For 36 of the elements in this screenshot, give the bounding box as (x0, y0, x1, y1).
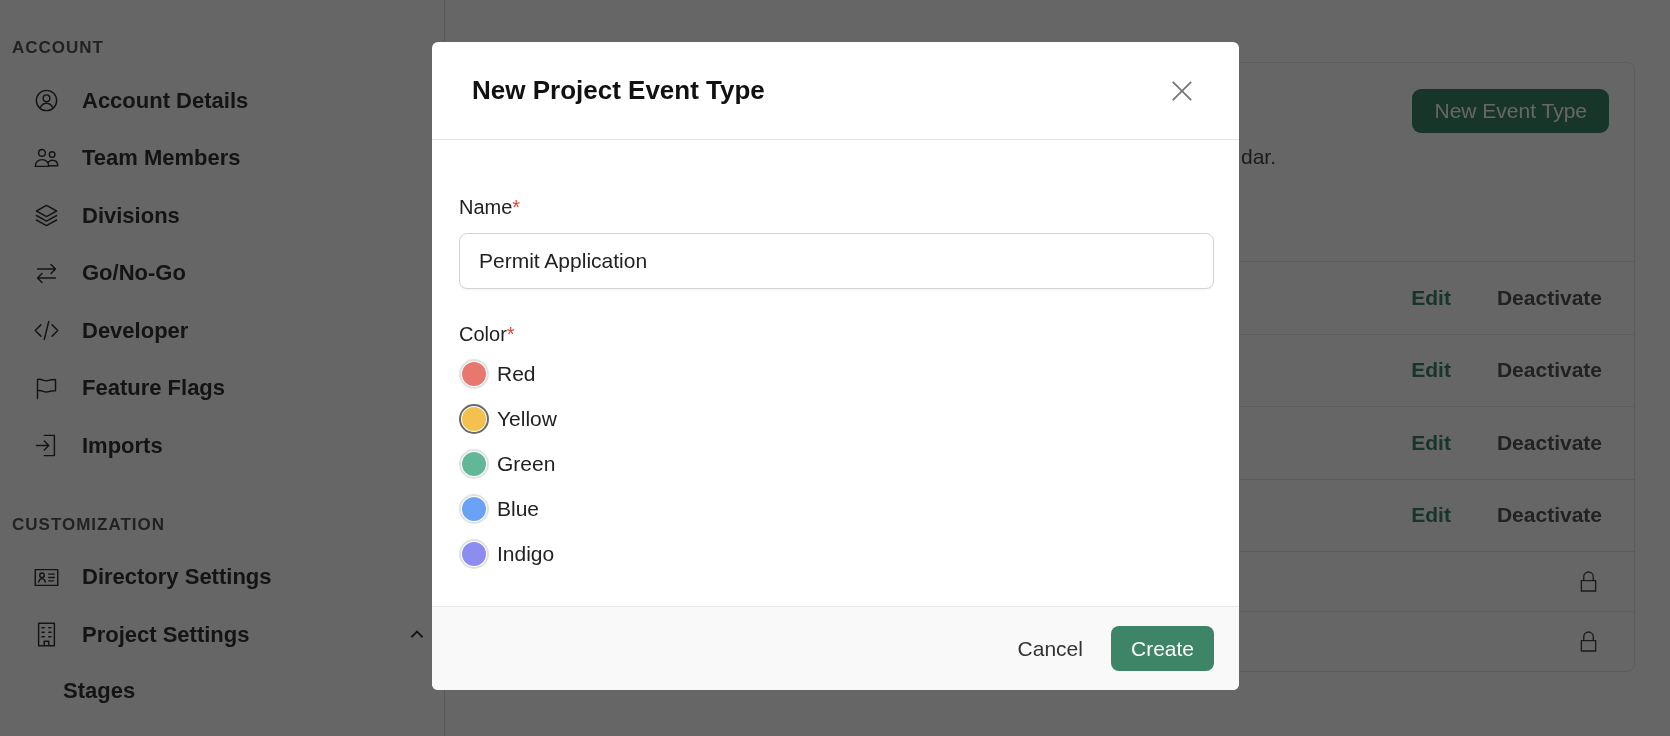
deactivate-link[interactable]: Deactivate (1496, 285, 1602, 310)
field-label: Name* (459, 196, 522, 219)
color-option-label: Yellow (497, 407, 557, 432)
sidebar-item[interactable]: Imports (0, 417, 444, 475)
edit-link[interactable]: Edit (1411, 285, 1451, 310)
sidebar-item[interactable]: Account Details (0, 72, 444, 130)
edit-link[interactable]: Edit (1411, 503, 1451, 528)
sidebar-item[interactable]: Developer (0, 302, 444, 360)
color-option-label: Green (497, 452, 556, 476)
section-heading: CUSTOMIZATION (11, 514, 167, 535)
section-heading: ACCOUNT (11, 38, 105, 58)
dialog-title: New Project Event Type (472, 75, 765, 106)
sidebar-item[interactable]: Team Members (0, 129, 444, 187)
cancel-button[interactable]: Cancel (1017, 636, 1083, 661)
description-text: dar. (1241, 145, 1277, 169)
lock-icon (1579, 570, 1598, 593)
sidebar-item[interactable]: Directory Settings (0, 548, 444, 606)
edit-link[interactable]: Edit (1411, 430, 1451, 455)
color-option-label: Blue (497, 496, 540, 521)
deactivate-link[interactable]: Deactivate (1496, 430, 1602, 455)
color-option-label: Indigo (497, 541, 555, 566)
sidebar-item[interactable]: Feature Flags (0, 359, 444, 417)
color-option-label: Red (497, 362, 536, 387)
deactivate-link[interactable]: Deactivate (1496, 358, 1602, 383)
name-input[interactable]: Permit Application (459, 233, 1214, 289)
edit-link[interactable]: Edit (1411, 358, 1451, 383)
color-radio[interactable] (459, 404, 489, 435)
lock-icon (1579, 630, 1598, 653)
create-button[interactable]: Create (1110, 626, 1214, 671)
sidebar-item[interactable]: Project Settings (0, 606, 444, 664)
deactivate-link[interactable]: Deactivate (1496, 503, 1602, 528)
sidebar-item[interactable]: Divisions (0, 187, 444, 245)
new-event-type-button[interactable]: New Event Type (1412, 89, 1609, 133)
field-label: Color* (459, 323, 516, 346)
sidebar-item[interactable]: Go/No-Go (0, 244, 444, 302)
close-icon[interactable] (1171, 79, 1193, 102)
